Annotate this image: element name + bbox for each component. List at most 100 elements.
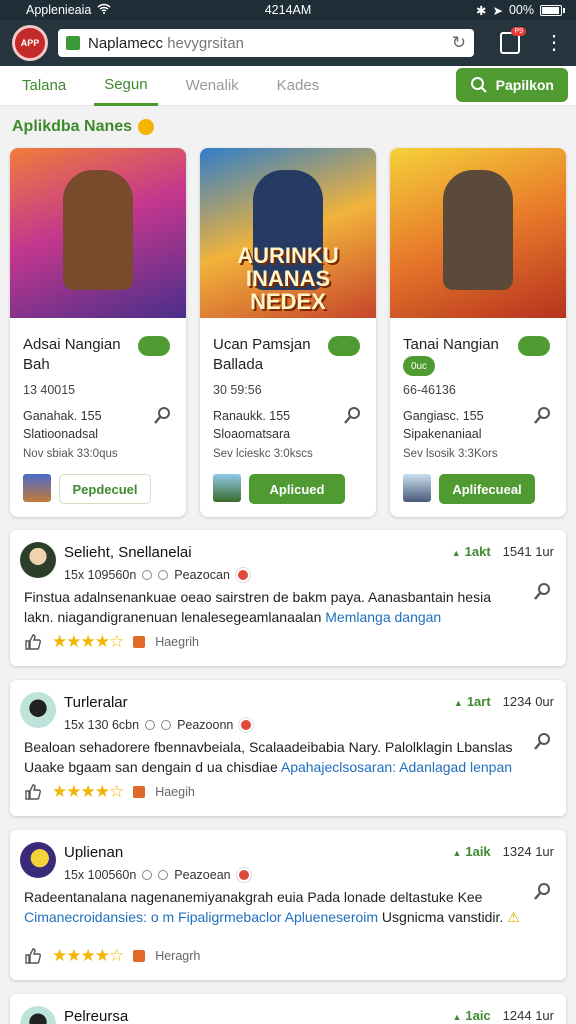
app-size: 13 40015 bbox=[23, 383, 76, 397]
app-meta-line1: Ganahak. 155 bbox=[23, 409, 102, 423]
app-meta-line2: Sloaomatsara bbox=[213, 426, 291, 441]
tabs-button[interactable]: P9 bbox=[500, 27, 526, 54]
status-bar: Applenieaia 4214AM ✱ ➤ 00% bbox=[0, 0, 576, 20]
thumbs-up-icon[interactable] bbox=[24, 783, 42, 801]
mini-avatar-icon bbox=[239, 718, 254, 732]
status-pill bbox=[328, 336, 360, 356]
tab-wenalik[interactable]: Wenalik bbox=[176, 67, 249, 104]
flag-icon[interactable] bbox=[133, 786, 146, 798]
pin-icon[interactable] bbox=[152, 406, 172, 426]
status-pill bbox=[518, 336, 550, 356]
app-banner[interactable] bbox=[390, 148, 566, 318]
tab-kades[interactable]: Kades bbox=[267, 67, 330, 104]
pin-icon[interactable] bbox=[532, 732, 552, 752]
review-footer-label[interactable]: Haegrih bbox=[155, 635, 199, 649]
app-meta: Ranaukk. 155 Sloaomatsara bbox=[213, 408, 290, 443]
battery-icon bbox=[540, 4, 565, 16]
app-action-button[interactable]: Aplicued bbox=[249, 474, 345, 504]
battery-fill bbox=[542, 6, 560, 14]
app-action-button[interactable]: Pepdecuel bbox=[59, 474, 151, 504]
reviewer-name[interactable]: Selieht, Snellanelai bbox=[64, 544, 192, 561]
review-meta: 1aik 1324 1ur bbox=[452, 844, 554, 859]
upvote-count[interactable]: 1aik bbox=[452, 844, 490, 859]
app-meta-line2: Sipakenaniaal bbox=[403, 426, 482, 441]
upvote-count[interactable]: 1aic bbox=[452, 1008, 490, 1023]
app-banner[interactable]: AURINKU INANAS NEDEX bbox=[200, 148, 376, 318]
reviewer-name[interactable]: Turleralar bbox=[64, 694, 128, 711]
review-meta: 1aic 1244 1ur bbox=[452, 1008, 554, 1023]
reviewer-name[interactable]: Pelreursa bbox=[64, 1008, 128, 1024]
avatar[interactable] bbox=[20, 1006, 56, 1024]
reviewer-location: Peazocan bbox=[174, 568, 230, 582]
browser-bar: APP Naplamecc hevygrsitan ↻ P9 ⋮ bbox=[0, 20, 576, 66]
reviewer-name[interactable]: Uplienan bbox=[64, 844, 123, 861]
flag-icon[interactable] bbox=[133, 950, 146, 962]
review-meta: 1art 1234 0ur bbox=[454, 694, 554, 709]
upvote-count[interactable]: 1akt bbox=[452, 544, 491, 559]
rating-stars: ★★★★☆ bbox=[52, 782, 124, 801]
location-icon: ➤ bbox=[492, 3, 503, 18]
avatar[interactable] bbox=[20, 692, 56, 728]
app-tag: 0uc bbox=[403, 356, 435, 376]
review-time: 1541 1ur bbox=[502, 544, 554, 559]
avatar[interactable] bbox=[20, 842, 56, 878]
review-link[interactable]: Apahajeclsosaran: Adanlagad lenpan bbox=[281, 759, 512, 775]
review-footer-label[interactable]: Heragrh bbox=[155, 949, 200, 963]
category-tabs: Talana Segun Wenalik Kades Papilkon bbox=[0, 66, 576, 106]
app-title: Ucan Pamsjan Ballada bbox=[213, 336, 311, 374]
app-logo[interactable]: APP bbox=[12, 25, 48, 61]
review-footer: ★★★★☆ Haegih bbox=[24, 782, 195, 802]
app-date: Sev lcieskc 3:0kscs bbox=[213, 448, 313, 460]
app-banner[interactable] bbox=[10, 148, 186, 318]
review-time: 1324 1ur bbox=[502, 844, 554, 859]
circle-icon bbox=[145, 720, 156, 730]
app-card[interactable]: AURINKU INANAS NEDEX Ucan Pamsjan Ballad… bbox=[200, 148, 376, 517]
app-size: 30 59:56 bbox=[213, 383, 262, 397]
app-meta-line1: Gangiasc. 155 bbox=[403, 409, 484, 423]
reviewer-location: Peazoean bbox=[174, 868, 231, 882]
circle-icon bbox=[158, 870, 169, 880]
review-text: Finstua adalnsenankuae oeao sairstren de… bbox=[24, 588, 522, 628]
reviewer-stats: 15x 130 6cbn Peazoonn bbox=[64, 718, 254, 732]
thumbs-up-icon[interactable] bbox=[24, 633, 42, 651]
app-date: Sev lsosik 3:3Kors bbox=[403, 448, 498, 460]
url-field[interactable]: Naplamecc hevygrsitan ↻ bbox=[58, 29, 474, 57]
pin-icon[interactable] bbox=[532, 882, 552, 902]
review-card: Uplienan 15x 100560n Peazoean 1aik 1324 … bbox=[10, 830, 566, 980]
review-time: 1244 1ur bbox=[502, 1008, 554, 1023]
app-meta-line1: Ranaukk. 155 bbox=[213, 409, 291, 423]
pin-icon[interactable] bbox=[342, 406, 362, 426]
review-link[interactable]: Cimanecroidansies: o m Fipaligrmebaclor … bbox=[24, 909, 378, 925]
app-action-button[interactable]: Aplifecueal bbox=[439, 474, 535, 504]
review-card: Turleralar 15x 130 6cbn Peazoonn 1art 12… bbox=[10, 680, 566, 816]
reload-icon[interactable]: ↻ bbox=[452, 33, 466, 53]
site-icon bbox=[66, 36, 80, 50]
status-pill bbox=[138, 336, 170, 356]
circle-icon bbox=[142, 570, 153, 580]
tab-talana[interactable]: Talana bbox=[12, 67, 76, 104]
circle-icon bbox=[161, 720, 172, 730]
app-card[interactable]: Tanai Nangian 0uc 66-46136 Gangiasc. 155… bbox=[390, 148, 566, 517]
pin-icon[interactable] bbox=[532, 582, 552, 602]
tab-segun[interactable]: Segun bbox=[94, 66, 158, 106]
upvote-count[interactable]: 1art bbox=[454, 694, 491, 709]
app-meta: Ganahak. 155 Slatioonadsal bbox=[23, 408, 102, 443]
app-meta: Gangiasc. 155 Sipakenaniaal bbox=[403, 408, 484, 443]
search-button[interactable]: Papilkon bbox=[455, 68, 568, 102]
review-text: Radeentanalana nagenanemiyanakgrah euia … bbox=[24, 888, 522, 928]
review-list: Selieht, Snellanelai 15x 109560n Peazoca… bbox=[10, 530, 566, 1024]
app-card[interactable]: Adsai Nangian Bah 13 40015 Ganahak. 155 S… bbox=[10, 148, 186, 517]
avatar[interactable] bbox=[20, 542, 56, 578]
tabs-badge: P9 bbox=[511, 27, 526, 36]
more-menu-icon[interactable]: ⋮ bbox=[544, 33, 564, 53]
pin-icon[interactable] bbox=[532, 406, 552, 426]
reviewer-count: 15x 100560n bbox=[64, 868, 137, 882]
review-link[interactable]: Memlanga dangan bbox=[325, 609, 441, 625]
review-footer-label[interactable]: Haegih bbox=[155, 785, 195, 799]
thumbs-up-icon[interactable] bbox=[24, 947, 42, 965]
review-card: Selieht, Snellanelai 15x 109560n Peazoca… bbox=[10, 530, 566, 666]
rating-stars: ★★★★☆ bbox=[52, 946, 124, 965]
section-title-text: Aplikdba Nanes bbox=[12, 118, 133, 135]
flag-icon[interactable] bbox=[133, 636, 146, 648]
app-cards: Adsai Nangian Bah 13 40015 Ganahak. 155 S… bbox=[10, 148, 566, 517]
